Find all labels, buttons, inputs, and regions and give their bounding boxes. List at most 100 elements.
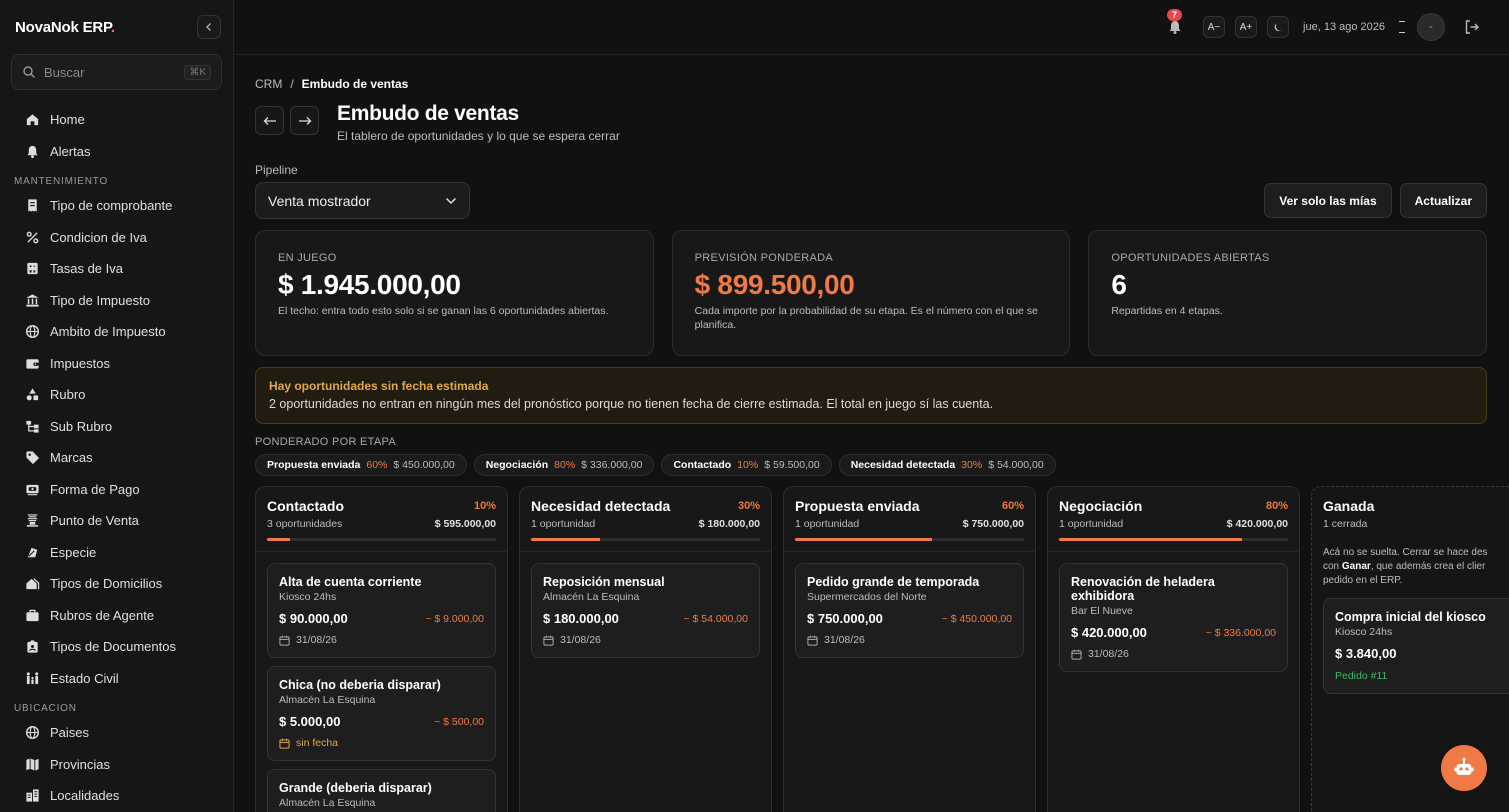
card-amount: $ 3.840,00: [1335, 646, 1397, 661]
globe-icon: [25, 325, 39, 339]
sidebar-item-especie[interactable]: Especie: [0, 537, 233, 569]
sidebar-item-alertas[interactable]: Alertas: [0, 136, 233, 168]
card-title: Reposición mensual: [543, 575, 665, 589]
receipt-icon: [27, 199, 37, 212]
sidebar-section-title: MANTENIMIENTO: [14, 176, 109, 187]
sidebar-item-home[interactable]: Home: [0, 104, 233, 136]
card-weighted-amount: ~ $ 450.000,00: [941, 612, 1012, 625]
sidebar-item-sub-rubro[interactable]: Sub Rubro: [0, 411, 233, 443]
warning-title: Hay oportunidades sin fecha estimada: [269, 379, 489, 393]
opportunity-card[interactable]: Grande (deberia disparar) Almacén La Esqu…: [267, 769, 496, 812]
nav-icon: [24, 481, 40, 497]
column-header: Ganada 1 cerrada: [1312, 487, 1509, 540]
bell-icon: [1169, 21, 1181, 34]
opportunity-card[interactable]: Renovación de heladera exhibidora Bar El …: [1059, 563, 1288, 672]
search-input[interactable]: Buscar: [44, 65, 184, 80]
won-order-link[interactable]: Pedido #11: [1335, 670, 1501, 682]
opportunity-card[interactable]: Pedido grande de temporada Supermercados …: [795, 563, 1024, 658]
card-amounts: $ 180.000,00 ~ $ 54.000,00: [543, 611, 748, 626]
bell-icon: [26, 145, 38, 158]
brand-logo[interactable]: NovaNok ERP.: [15, 19, 115, 36]
kpi-description: Repartidas en 4 etapas.: [1111, 305, 1223, 317]
won-note-line: Acá no se suelta. Cerrar se hace des: [1323, 547, 1488, 558]
breadcrumb: CRM / Embudo de ventas: [255, 77, 1487, 91]
stage-chip[interactable]: Negociación 80% $ 336.000,00: [473, 454, 655, 476]
nav-icon: [24, 756, 40, 772]
nav-icon: [24, 112, 40, 128]
card-weighted-amount: ~ $ 9.000,00: [425, 612, 484, 625]
calendar-icon: [279, 635, 290, 646]
sidebar-item-forma-de-pago[interactable]: Forma de Pago: [0, 474, 233, 506]
card-amount: $ 90.000,00: [279, 611, 348, 626]
card-amount: $ 5.000,00: [279, 714, 341, 729]
sidebar-item-label: Alertas: [50, 143, 91, 159]
nav-icon: [24, 198, 40, 214]
logout-button[interactable]: [1461, 16, 1483, 38]
wallet-icon: [25, 359, 39, 369]
nav-icon: [24, 639, 40, 655]
sidebar-item-tasas-de-iva[interactable]: Tasas de Iva: [0, 253, 233, 285]
stage-chip[interactable]: Necesidad detectada 30% $ 54.000,00: [838, 454, 1056, 476]
logout-icon: [1465, 20, 1479, 34]
bank-icon: [25, 294, 39, 307]
sidebar-item-tipos-de-documentos[interactable]: Tipos de Documentos: [0, 631, 233, 663]
sidebar-item-tipos-de-domicilios[interactable]: Tipos de Domicilios: [0, 568, 233, 600]
calendar-icon: [1071, 649, 1082, 660]
kpi-description: El techo: entra todo esto solo si se gan…: [278, 305, 609, 317]
sidebar-item-estado-civil[interactable]: Estado Civil: [0, 663, 233, 695]
pipeline-select[interactable]: Venta mostrador: [255, 182, 470, 219]
sidebar-item-localidades[interactable]: Localidades: [0, 780, 233, 812]
sidebar-item-provincias[interactable]: Provincias: [0, 749, 233, 781]
sidebar-item-ambito-de-impuesto[interactable]: Ambito de Impuesto: [0, 316, 233, 348]
sidebar-item-label: Provincias: [50, 756, 110, 772]
card-amount: $ 420.000,00: [1071, 625, 1147, 640]
refresh-button[interactable]: Actualizar: [1399, 183, 1487, 218]
back-button[interactable]: [255, 106, 284, 135]
column-progress-fill: [795, 538, 933, 541]
search-box[interactable]: Buscar ⌘K: [11, 54, 222, 90]
sidebar-item-condicion-de-iva[interactable]: Condicion de Iva: [0, 222, 233, 254]
sidebar-item-marcas[interactable]: Marcas: [0, 442, 233, 474]
assistant-button[interactable]: [1441, 745, 1487, 791]
opportunity-card[interactable]: Reposición mensual Almacén La Esquina $ 18…: [531, 563, 760, 658]
id-card-icon: [26, 640, 38, 653]
column-progress: [795, 538, 1024, 541]
breadcrumb-crm[interactable]: CRM: [255, 77, 282, 91]
font-smaller-button[interactable]: A−: [1203, 16, 1226, 38]
card-amounts: $ 750.000,00 ~ $ 450.000,00: [807, 611, 1012, 626]
opportunity-card[interactable]: Alta de cuenta corriente Kiosco 24hs $ 90.…: [267, 563, 496, 658]
pipeline-label: Pipeline: [255, 163, 298, 177]
stage-chip[interactable]: Contactado 10% $ 59.500,00: [661, 454, 832, 476]
sidebar-item-rubro[interactable]: Rubro: [0, 379, 233, 411]
collapse-sidebar-button[interactable]: [197, 15, 221, 39]
opportunity-card[interactable]: Chica (no deberia disparar) Almacén La Es…: [267, 666, 496, 761]
forward-button[interactable]: [290, 106, 319, 135]
card-weighted-amount: ~ $ 500,00: [434, 715, 484, 728]
sidebar-item-label: Rubros de Agente: [50, 607, 155, 623]
stage-chip[interactable]: Propuesta enviada 60% $ 450.000,00: [255, 454, 467, 476]
sidebar-item-tipo-de-comprobante[interactable]: Tipo de comprobante: [0, 190, 233, 222]
card-title: Pedido grande de temporada: [807, 575, 980, 589]
theme-toggle-button[interactable]: [1267, 16, 1290, 38]
sidebar-item-paises[interactable]: Paises: [0, 717, 233, 749]
pipeline-row: Pipeline Venta mostrador Ver solo las mí…: [255, 163, 1487, 219]
main-area: 7 A− A+ jue, 13 ago 2026 - CRM / Embudo …: [234, 0, 1509, 812]
sidebar-item-punto-de-venta[interactable]: Punto de Venta: [0, 505, 233, 537]
notifications-button[interactable]: 7: [1163, 9, 1187, 39]
card-date-text: 31/08/26: [296, 634, 337, 646]
nav-icon: [24, 355, 40, 371]
column-title: Propuesta enviada: [795, 498, 920, 514]
only-mine-button[interactable]: Ver solo las mías: [1264, 183, 1392, 218]
nav-icon: [24, 292, 40, 308]
sidebar-item-impuestos[interactable]: Impuestos: [0, 348, 233, 380]
sidebar-item-tipo-de-impuesto[interactable]: Tipo de Impuesto: [0, 285, 233, 317]
app-root: NovaNok ERP. Buscar ⌘K Home Alertas MANTEN…: [0, 0, 1509, 812]
sidebar-item-label: Tipo de comprobante: [50, 198, 173, 214]
sidebar-item-rubros-de-agente[interactable]: Rubros de Agente: [0, 600, 233, 632]
arrow-right-icon: [298, 116, 311, 125]
avatar[interactable]: -: [1417, 13, 1445, 41]
breadcrumb-separator: /: [290, 77, 294, 91]
font-larger-button[interactable]: A+: [1235, 16, 1258, 38]
sidebar-nav: Home Alertas MANTENIMIENTO Tipo de comproba…: [0, 104, 233, 812]
won-card[interactable]: Compra inicial del kiosco Kiosco 24hs $ 3.…: [1323, 598, 1509, 694]
